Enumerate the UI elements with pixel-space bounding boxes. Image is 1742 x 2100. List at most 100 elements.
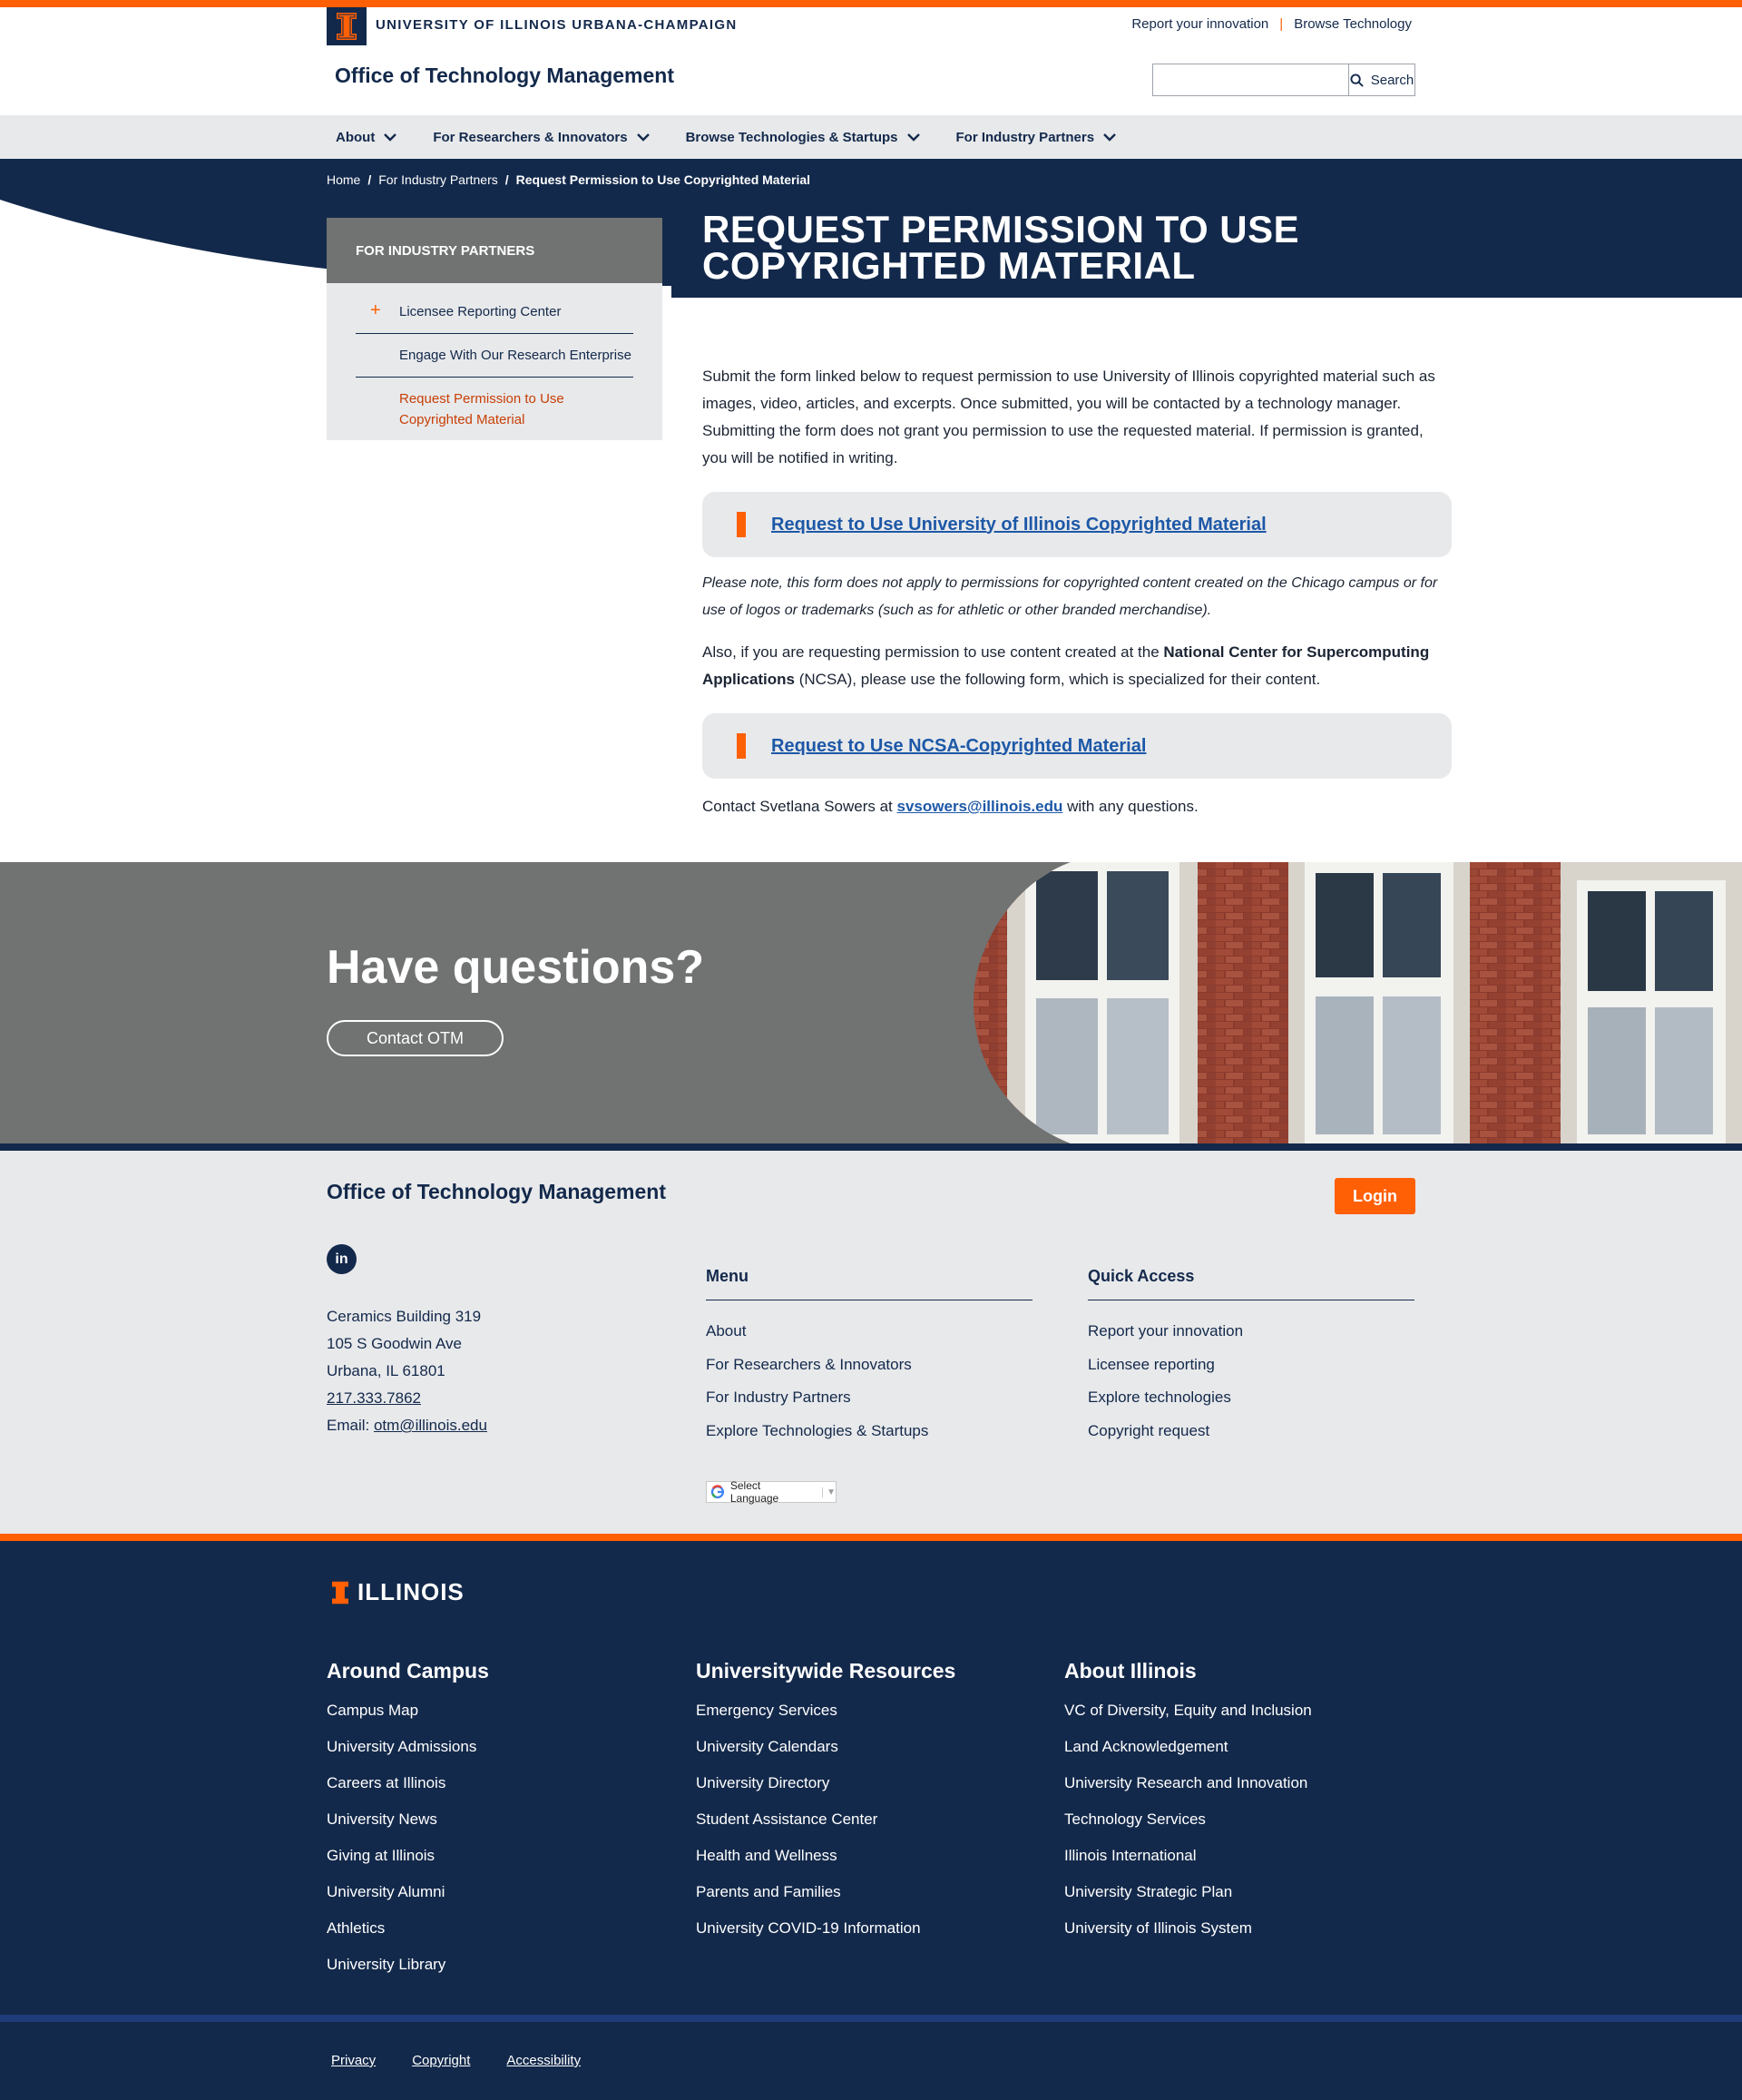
contact-email-link[interactable]: svsowers@illinois.edu (897, 798, 1063, 815)
resources-heading: Universitywide Resources (696, 1659, 956, 1683)
footer-quick-item[interactable]: Report your innovation (1088, 1315, 1414, 1349)
footer-menu-item[interactable]: For Researchers & Innovators (706, 1349, 1032, 1382)
around-campus-column: Around Campus Campus Map University Admi… (327, 1659, 489, 1983)
chicago-note: Please note, this form does not apply to… (702, 575, 1438, 618)
language-select[interactable]: Select Language ▼ (706, 1479, 837, 1505)
request-uiuc-copyright-link[interactable]: Request to Use University of Illinois Co… (771, 515, 1267, 535)
nav-browse-label: Browse Technologies & Startups (685, 129, 898, 145)
sidebar-item-engage-research[interactable]: Engage With Our Research Enterprise (356, 334, 633, 378)
resource-link[interactable]: Health and Wellness (696, 1838, 955, 1874)
sidebar-item-label: Engage With Our Research Enterprise (399, 348, 631, 363)
footer-menu-item[interactable]: For Industry Partners (706, 1381, 1032, 1415)
footer-quick-item[interactable]: Explore technologies (1088, 1381, 1414, 1415)
university-wordmark[interactable]: UNIVERSITY OF ILLINOIS URBANA-CHAMPAIGN (376, 17, 737, 33)
about-link[interactable]: University Strategic Plan (1064, 1874, 1312, 1910)
nav-researchers-label: For Researchers & Innovators (433, 129, 628, 145)
banner-bottom-strip (0, 1143, 1742, 1151)
site-title[interactable]: Office of Technology Management (335, 64, 674, 88)
nav-researchers[interactable]: For Researchers & Innovators (433, 129, 650, 145)
questions-heading: Have questions? (327, 941, 705, 994)
sidebar-item-label: Request Permission to Use Copyrighted Ma… (399, 391, 564, 427)
sidebar-item-request-permission[interactable]: Request Permission to Use Copyrighted Ma… (356, 378, 633, 441)
campus-link[interactable]: University Admissions (327, 1729, 489, 1765)
footer-email-link[interactable]: otm@illinois.edu (374, 1417, 487, 1434)
ncsa-text-pre: Also, if you are requesting permission t… (702, 643, 1164, 661)
phone-link[interactable]: 217.333.7862 (327, 1389, 421, 1407)
breadcrumb-separator: / (504, 172, 509, 187)
search-input[interactable] (1153, 64, 1348, 95)
main-navigation: About For Researchers & Innovators Brows… (0, 115, 1742, 159)
contact-otm-button[interactable]: Contact OTM (327, 1020, 504, 1056)
top-accent-bar (0, 0, 1742, 7)
about-link[interactable]: Land Acknowledgement (1064, 1729, 1312, 1765)
contact-text-pre: Contact Svetlana Sowers at (702, 798, 897, 815)
chevron-down-icon (636, 132, 650, 142)
campus-link[interactable]: Athletics (327, 1910, 489, 1947)
campus-link[interactable]: Careers at Illinois (327, 1765, 489, 1801)
resource-link[interactable]: Student Assistance Center (696, 1801, 955, 1838)
address-line: Ceramics Building 319 (327, 1308, 482, 1325)
about-link[interactable]: Technology Services (1064, 1801, 1312, 1838)
resource-link[interactable]: University COVID-19 Information (696, 1910, 955, 1947)
footer-menu-column: Menu About For Researchers & Innovators … (706, 1267, 1032, 1447)
utility-links: Report your innovation | Browse Technolo… (1131, 16, 1412, 32)
about-link[interactable]: University of Illinois System (1064, 1910, 1312, 1947)
search-icon (1350, 73, 1364, 87)
resource-link[interactable]: University Directory (696, 1765, 955, 1801)
footer-quick-access-column: Quick Access Report your innovation Lice… (1088, 1267, 1414, 1447)
about-illinois-heading: About Illinois (1064, 1659, 1197, 1683)
site-header: UNIVERSITY OF ILLINOIS URBANA-CHAMPAIGN … (0, 7, 1742, 115)
contact-address: Ceramics Building 319 105 S Goodwin Ave … (327, 1303, 487, 1439)
privacy-link[interactable]: Privacy (331, 2053, 376, 2068)
chevron-down-icon (906, 132, 920, 142)
campus-link[interactable]: Giving at Illinois (327, 1838, 489, 1874)
accessibility-link[interactable]: Accessibility (506, 2053, 581, 2068)
about-link[interactable]: Illinois International (1064, 1838, 1312, 1874)
intro-paragraph: Submit the form linked below to request … (702, 368, 1435, 466)
footer-menu-item[interactable]: Explore Technologies & Startups (706, 1415, 1032, 1448)
nav-about[interactable]: About (336, 130, 397, 145)
utility-separator: | (1279, 16, 1284, 32)
sidebar-item-label: Licensee Reporting Center (399, 304, 562, 319)
report-innovation-link[interactable]: Report your innovation (1131, 16, 1268, 32)
breadcrumb-home[interactable]: Home (327, 172, 360, 187)
sidebar-heading[interactable]: FOR INDUSTRY PARTNERS (327, 218, 662, 283)
cta-accent-bar (737, 733, 746, 759)
chevron-down-icon (1103, 132, 1116, 142)
footer-quick-item[interactable]: Licensee reporting (1088, 1349, 1414, 1382)
search-button[interactable]: Search (1348, 64, 1414, 95)
about-link[interactable]: VC of Diversity, Equity and Inclusion (1064, 1693, 1312, 1729)
about-link[interactable]: University Research and Innovation (1064, 1765, 1312, 1801)
block-i-logo[interactable] (327, 7, 367, 45)
illinois-logo[interactable]: ILLINOIS (332, 1578, 465, 1606)
section-sidebar: FOR INDUSTRY PARTNERS + Licensee Reporti… (327, 218, 662, 440)
campus-link[interactable]: University Alumni (327, 1874, 489, 1910)
breadcrumb-industry-partners[interactable]: For Industry Partners (378, 172, 498, 187)
browse-technology-link[interactable]: Browse Technology (1294, 16, 1412, 32)
ncsa-paragraph: Also, if you are requesting permission t… (702, 639, 1452, 693)
breadcrumb-current: Request Permission to Use Copyrighted Ma… (515, 172, 811, 187)
nav-industry-partners[interactable]: For Industry Partners (956, 130, 1117, 145)
footer-site-title[interactable]: Office of Technology Management (327, 1180, 666, 1204)
around-campus-heading: Around Campus (327, 1659, 489, 1683)
resource-link[interactable]: University Calendars (696, 1729, 955, 1765)
questions-banner: Have questions? Contact OTM (0, 862, 1742, 1143)
copyright-link[interactable]: Copyright (412, 2053, 470, 2068)
login-button[interactable]: Login (1335, 1178, 1415, 1214)
breadcrumb: Home / For Industry Partners / Request P… (327, 172, 810, 187)
campus-link[interactable]: Campus Map (327, 1693, 489, 1729)
nav-browse-technologies[interactable]: Browse Technologies & Startups (686, 130, 920, 145)
language-select-label: Select Language (729, 1479, 779, 1505)
footer-quick-item[interactable]: Copyright request (1088, 1415, 1414, 1448)
expand-plus-icon[interactable]: + (370, 300, 381, 320)
breadcrumb-separator: / (367, 172, 372, 187)
sidebar-item-licensee-reporting[interactable]: + Licensee Reporting Center (356, 290, 633, 334)
campus-link[interactable]: University News (327, 1801, 489, 1838)
request-ncsa-copyright-link[interactable]: Request to Use NCSA-Copyrighted Material (771, 736, 1146, 757)
linkedin-icon[interactable]: in (327, 1244, 357, 1274)
footer-menu-item[interactable]: About (706, 1315, 1032, 1349)
resource-link[interactable]: Emergency Services (696, 1693, 955, 1729)
resource-link[interactable]: Parents and Families (696, 1874, 955, 1910)
campus-link[interactable]: University Library (327, 1947, 489, 1983)
cta-box-ncsa: Request to Use NCSA-Copyrighted Material (702, 713, 1452, 779)
